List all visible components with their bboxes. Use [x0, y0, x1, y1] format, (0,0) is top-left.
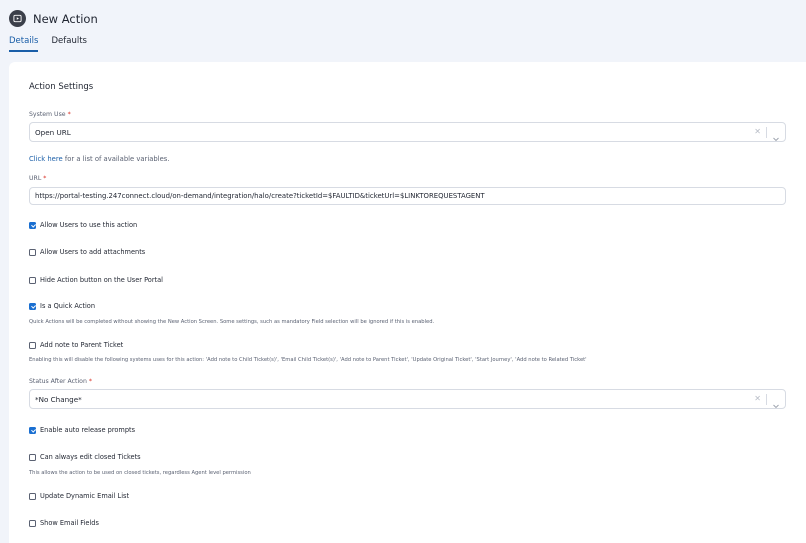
checkbox-unchecked[interactable] [29, 341, 36, 349]
update-dynamic-email-checkbox[interactable]: Update Dynamic Email List [29, 492, 129, 500]
header-bar: New Action Details Defaults [0, 0, 806, 60]
url-label-text: URL [29, 175, 42, 182]
status-value: *No Change* [35, 395, 82, 404]
chevron-down-icon[interactable] [772, 128, 780, 147]
checkbox-label: Allow Users to use this action [40, 221, 138, 229]
close-icon[interactable]: ✕ [754, 127, 761, 136]
status-after-action-select[interactable]: *No Change* ✕ [29, 389, 786, 409]
checkbox-checked[interactable] [29, 426, 36, 434]
checkbox-unchecked[interactable] [29, 453, 36, 461]
allow-users-use-checkbox[interactable]: Allow Users to use this action [29, 221, 137, 229]
variables-link[interactable]: Click here [29, 155, 63, 163]
checkbox-unchecked[interactable] [29, 248, 36, 256]
checkbox-label: Is a Quick Action [40, 302, 96, 310]
checkbox-unchecked[interactable] [29, 519, 36, 527]
details-card: Action Settings System Use * Open URL ✕ … [9, 62, 806, 543]
system-use-label-text: System Use [29, 111, 66, 118]
hide-action-button-checkbox[interactable]: Hide Action button on the User Portal [29, 276, 163, 284]
tab-bar: Details Defaults [9, 36, 100, 52]
page-title: New Action [33, 11, 98, 26]
status-after-action-label: Status After Action * [29, 378, 92, 385]
required-mark: * [88, 378, 92, 385]
url-label: URL * [29, 175, 46, 182]
url-input[interactable]: https://portal-testing.247connect.cloud/… [29, 187, 786, 205]
chevron-down-icon[interactable] [772, 395, 780, 414]
quick-action-checkbox[interactable]: Is a Quick Action [29, 302, 95, 310]
select-divider [766, 127, 767, 138]
checkbox-label: Hide Action button on the User Portal [40, 276, 164, 284]
tab-details[interactable]: Details [9, 36, 39, 52]
add-note-parent-checkbox[interactable]: Add note to Parent Ticket [29, 341, 123, 349]
checkbox-label: Enable auto release prompts [40, 426, 136, 434]
auto-release-checkbox[interactable]: Enable auto release prompts [29, 426, 135, 434]
checkbox-label: Allow Users to add attachments [40, 248, 146, 256]
edit-closed-note: This allows the action to be used on clo… [29, 470, 251, 476]
play-circle-icon [9, 10, 26, 27]
close-icon[interactable]: ✕ [754, 394, 761, 403]
url-value: https://portal-testing.247connect.cloud/… [35, 192, 485, 200]
checkbox-label: Update Dynamic Email List [40, 492, 130, 500]
system-use-select[interactable]: Open URL ✕ [29, 122, 786, 142]
checkbox-label: Show Email Fields [40, 519, 99, 527]
checkbox-checked[interactable] [29, 302, 36, 310]
title-row: New Action [9, 10, 98, 27]
required-mark: * [43, 175, 47, 182]
edit-closed-checkbox[interactable]: Can always edit closed Tickets [29, 453, 141, 461]
checkbox-label: Can always edit closed Tickets [40, 453, 141, 461]
variables-help: Click here for a list of available varia… [29, 155, 170, 163]
variables-help-text: for a list of available variables. [62, 155, 170, 163]
checkbox-unchecked[interactable] [29, 492, 36, 500]
add-note-parent-note: Enabling this will disable the following… [29, 357, 587, 363]
system-use-value: Open URL [35, 128, 71, 137]
system-use-label: System Use * [29, 111, 71, 118]
tab-defaults[interactable]: Defaults [51, 36, 87, 52]
allow-users-attach-checkbox[interactable]: Allow Users to add attachments [29, 248, 145, 256]
required-mark: * [67, 111, 71, 118]
section-title: Action Settings [29, 82, 94, 92]
status-label-text: Status After Action [29, 378, 87, 385]
show-email-fields-checkbox[interactable]: Show Email Fields [29, 519, 99, 527]
quick-action-note: Quick Actions will be completed without … [29, 319, 435, 325]
select-divider [766, 394, 767, 405]
checkbox-label: Add note to Parent Ticket [40, 341, 124, 349]
checkbox-checked[interactable] [29, 221, 36, 229]
checkbox-unchecked[interactable] [29, 276, 36, 284]
